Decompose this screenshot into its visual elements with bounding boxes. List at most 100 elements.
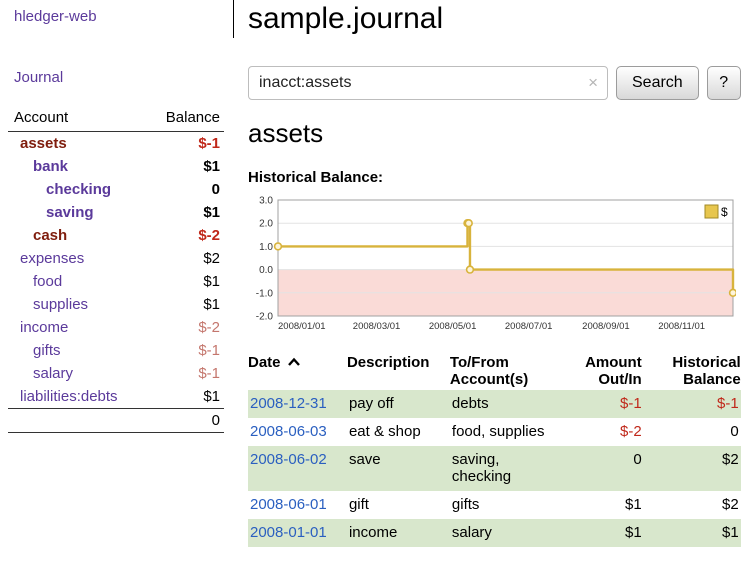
search-input[interactable] (249, 67, 607, 99)
app-title-link[interactable]: hledger-web (14, 8, 233, 25)
transaction-amount: $-1 (551, 390, 642, 418)
chart-title: Historical Balance: (248, 169, 741, 186)
transaction-accounts: gifts (450, 491, 551, 519)
register-row: 2008-06-03eat & shopfood, supplies$-20 (248, 418, 741, 446)
y-tick-label: 3.0 (259, 196, 273, 207)
main-panel: sample.journal × Search ? assets Histori… (233, 0, 742, 582)
transaction-date-link[interactable]: 2008-12-31 (250, 395, 327, 412)
y-tick-label: -2.0 (256, 312, 274, 323)
transaction-amount: $-2 (551, 418, 642, 446)
register-col-label: To/From (450, 354, 509, 371)
account-row: saving$1 (8, 201, 224, 224)
register-col-label: Description (347, 354, 430, 371)
register-col-date[interactable]: Date (248, 352, 347, 390)
transaction-date-link[interactable]: 2008-06-02 (250, 451, 327, 468)
register-header-row: Date Description To/FromAccount(s)AmountOu… (248, 352, 741, 390)
register-col-description: Description (347, 352, 450, 390)
account-link[interactable]: assets (20, 135, 67, 152)
account-row: bank$1 (8, 155, 224, 178)
transaction-amount: $1 (551, 519, 642, 547)
account-link[interactable]: liabilities:debts (20, 388, 118, 405)
transaction-balance: 0 (642, 418, 741, 446)
transaction-amount: $1 (551, 491, 642, 519)
transaction-accounts: salary (450, 519, 551, 547)
y-tick-label: 1.0 (259, 242, 273, 253)
legend-label: $ (721, 205, 728, 219)
register-col-label: Amount (585, 354, 642, 371)
register-row: 2008-01-01incomesalary$1$1 (248, 519, 741, 547)
register-col-label: Date (248, 354, 281, 371)
panel-divider (233, 0, 234, 38)
register-col-amount: AmountOut/In (551, 352, 642, 390)
x-tick-label: 2008/11/01 (658, 321, 705, 332)
account-balance: 0 (144, 178, 224, 201)
account-link[interactable]: expenses (20, 250, 84, 267)
accounts-header-row: Account Balance (8, 106, 224, 132)
register-col-balance: HistoricalBalance (642, 352, 741, 390)
account-link[interactable]: salary (33, 365, 73, 382)
sort-ascending-icon (287, 357, 301, 367)
y-tick-label: 0.0 (259, 265, 273, 276)
x-tick-label: 2008/05/01 (429, 321, 477, 332)
search-help-button[interactable]: ? (707, 66, 741, 100)
account-row: assets $-1 (8, 132, 224, 156)
account-balance: $-1 (144, 362, 224, 385)
legend-swatch (705, 205, 718, 218)
account-link[interactable]: saving (46, 204, 94, 221)
accounts-total-row: 0 (8, 409, 224, 433)
transaction-balance: $2 (642, 491, 741, 519)
page-title: sample.journal (248, 2, 741, 36)
x-tick-label: 2008/09/01 (582, 321, 630, 332)
transaction-date-link[interactable]: 2008-06-01 (250, 496, 327, 513)
register-table: Date Description To/FromAccount(s)AmountOu… (248, 352, 741, 547)
account-balance: $-2 (144, 224, 224, 247)
account-balance: $2 (144, 247, 224, 270)
account-link[interactable]: cash (33, 227, 67, 244)
search-bar: × Search ? (248, 66, 741, 100)
historical-balance-chart-svg: 3.0 2.0 1.0 0.0 -1.0 -2.0 2008/01/01 2008/03/01… (248, 194, 736, 334)
register-row: 2008-12-31pay offdebts$-1$-1 (248, 390, 741, 418)
transaction-description: income (347, 519, 450, 547)
y-tick-label: 2.0 (259, 219, 273, 230)
journal-nav-link[interactable]: Journal (14, 69, 233, 86)
data-point-marker (467, 266, 474, 273)
data-point-marker (465, 220, 472, 227)
clear-search-icon[interactable]: × (588, 74, 598, 91)
account-row: liabilities:debts $1 (8, 385, 224, 409)
account-balance: $1 (144, 293, 224, 316)
account-link[interactable]: gifts (33, 342, 61, 359)
transaction-balance: $1 (642, 519, 741, 547)
account-balance: $-1 (144, 132, 224, 156)
account-link[interactable]: checking (46, 181, 111, 198)
transaction-date-link[interactable]: 2008-06-03 (250, 423, 327, 440)
transaction-date-link[interactable]: 2008-01-01 (250, 524, 327, 541)
register-col-accounts: To/FromAccount(s) (450, 352, 551, 390)
account-link[interactable]: supplies (33, 296, 88, 313)
search-box: × (248, 66, 608, 100)
data-point-marker (275, 243, 282, 250)
search-button[interactable]: Search (616, 66, 699, 100)
transaction-amount: 0 (551, 446, 642, 491)
transaction-description: pay off (347, 390, 450, 418)
account-heading: assets (248, 118, 741, 149)
account-balance: $1 (144, 385, 224, 409)
account-row: salary $-1 (8, 362, 224, 385)
sidebar: hledger-web Journal Account Balance asse… (0, 0, 233, 582)
register-row: 2008-06-02savesaving, checking0$2 (248, 446, 741, 491)
account-row: gifts $-1 (8, 339, 224, 362)
account-link[interactable]: food (33, 273, 62, 290)
x-tick-label: 2008/03/01 (353, 321, 401, 332)
account-row: expenses $2 (8, 247, 224, 270)
account-balance: $-1 (144, 339, 224, 362)
accounts-table: Account Balance assets$-1bank$1checking0… (8, 106, 224, 433)
account-link[interactable]: income (20, 319, 68, 336)
account-row: supplies $1 (8, 293, 224, 316)
x-tick-label: 2008/01/01 (278, 321, 326, 332)
register-col-label-line2: Balance (642, 371, 741, 388)
transaction-description: gift (347, 491, 450, 519)
accounts-col-balance: Balance (144, 106, 224, 132)
account-row: income$-2 (8, 316, 224, 339)
y-tick-label: -1.0 (256, 288, 274, 299)
app-window: hledger-web Journal Account Balance asse… (0, 0, 742, 582)
account-link[interactable]: bank (33, 158, 68, 175)
